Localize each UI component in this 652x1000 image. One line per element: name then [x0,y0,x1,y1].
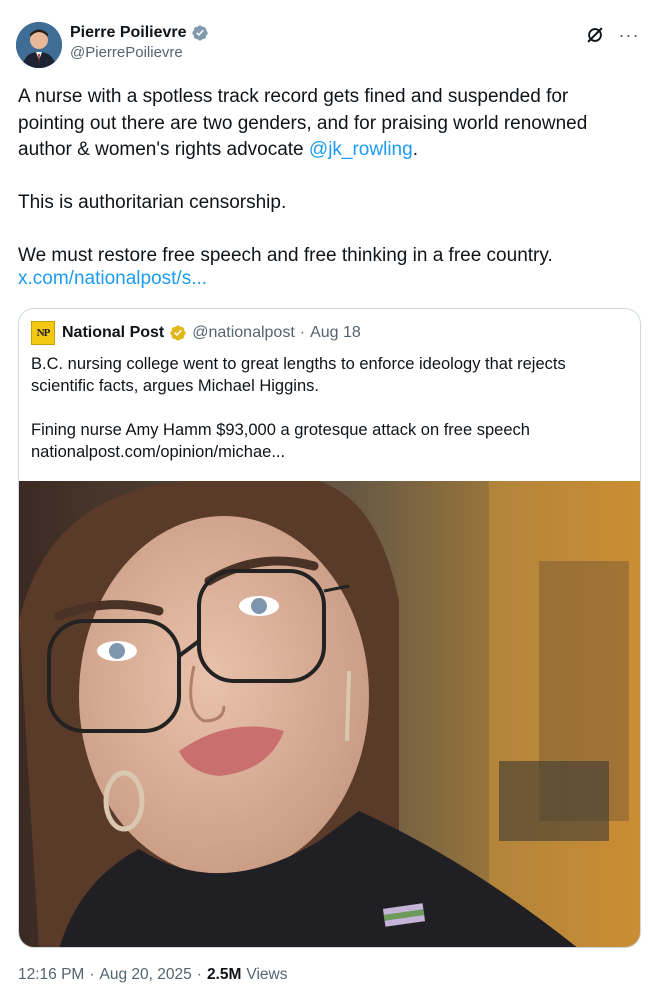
views-label: Views [246,966,288,983]
author-display-name[interactable]: Pierre Poilievre [70,24,187,42]
separator-dot: · [196,966,202,983]
tweet-url-link[interactable]: x.com/nationalpost/s... [18,268,207,290]
tweet-date[interactable]: Aug 20, 2025 [100,966,192,984]
author-handle[interactable]: @PierrePoilievre [70,44,209,61]
mention-link[interactable]: @jk_rowling [309,139,413,160]
tweet-text-part: A nurse with a spotless track record get… [18,86,593,160]
tweet-meta: 12:16 PM · Aug 20, 2025 · 2.5M Views [18,966,287,984]
verified-badge-icon [191,24,209,42]
gold-verified-badge-icon [169,324,187,342]
quote-author-handle: @nationalpost [192,324,295,341]
tweet-header: Pierre Poilievre @PierrePoilievre ··· [16,22,640,70]
grok-icon[interactable] [584,24,606,46]
author-avatar[interactable] [16,22,62,68]
separator-dot: · [299,324,306,341]
quote-headline: Fining nurse Amy Hamm $93,000 a grotesqu… [31,421,530,439]
tweet-time[interactable]: 12:16 PM [18,966,84,984]
quote-tweet-card[interactable]: NP National Post @nationalpost · Aug 18 … [18,308,641,948]
quote-summary: B.C. nursing college went to great lengt… [31,355,566,395]
national-post-logo: NP [31,321,55,345]
views-count: 2.5M [206,966,242,983]
quote-photo[interactable] [19,481,640,947]
quote-body: B.C. nursing college went to great lengt… [31,353,627,463]
tweet-text: A nurse with a spotless track record get… [18,84,630,270]
quote-date: Aug 18 [310,324,361,341]
more-icon[interactable]: ··· [618,24,640,46]
quote-article-link[interactable]: nationalpost.com/opinion/michae... [31,441,627,463]
separator-dot: · [89,966,95,983]
quote-author-name: National Post [62,324,165,341]
